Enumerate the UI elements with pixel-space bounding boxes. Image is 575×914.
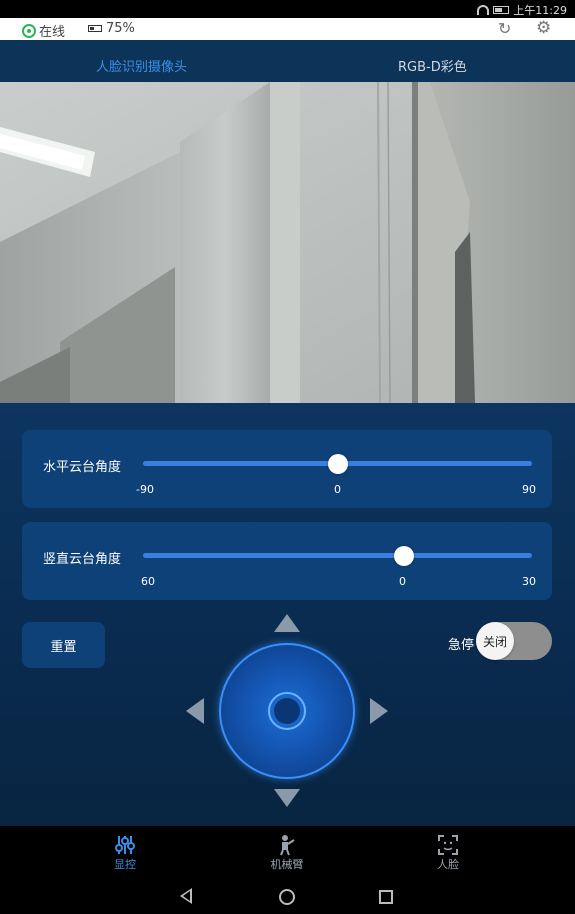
joystick-knob[interactable] xyxy=(274,698,300,724)
horizontal-gimbal-card: 水平云台角度 -90 0 90 xyxy=(22,430,552,508)
reset-button[interactable]: 重置 xyxy=(22,622,105,668)
gear-icon[interactable]: ⚙ xyxy=(536,18,551,38)
vertical-mid-tick: 0 xyxy=(399,575,406,588)
home-icon[interactable] xyxy=(279,889,295,905)
horizontal-mid-tick: 0 xyxy=(334,483,341,496)
clock: 上午11:29 xyxy=(513,4,567,17)
tab-face-camera[interactable]: 人脸识别摄像头 xyxy=(96,56,187,75)
tab-rgbd-color[interactable]: RGB-D彩色 xyxy=(398,56,467,75)
arrow-left-icon[interactable] xyxy=(186,698,204,724)
battery-icon xyxy=(88,25,102,32)
vertical-max-tick: 30 xyxy=(522,575,536,588)
face-scan-icon xyxy=(408,830,488,856)
vertical-gimbal-label: 竖直云台角度 xyxy=(43,552,122,567)
arrow-right-icon[interactable] xyxy=(370,698,388,724)
nav-item-control[interactable]: 显控 xyxy=(85,830,165,872)
online-icon xyxy=(22,23,36,38)
system-status-bar: 上午11:29 xyxy=(0,0,575,18)
arrow-up-icon[interactable] xyxy=(274,614,300,632)
vertical-gimbal-thumb[interactable] xyxy=(393,546,414,566)
emergency-stop-knob[interactable]: 关闭 xyxy=(476,622,514,660)
camera-tabs: 人脸识别摄像头 RGB-D彩色 xyxy=(0,40,575,82)
vertical-gimbal-card: 竖直云台角度 60 0 30 xyxy=(22,522,552,600)
horizontal-min-tick: -90 xyxy=(136,483,154,496)
horizontal-gimbal-label: 水平云台角度 xyxy=(43,460,122,475)
emergency-stop-toggle[interactable]: 关闭 xyxy=(476,622,552,660)
nav-item-face[interactable]: 人脸 xyxy=(408,830,488,872)
wifi-icon xyxy=(477,5,490,15)
nav-item-arm[interactable]: 机械臂 xyxy=(247,830,327,872)
battery-label: 75% xyxy=(106,21,135,36)
recent-apps-icon[interactable] xyxy=(379,890,393,904)
nav-control-label: 显控 xyxy=(114,858,136,871)
horizontal-max-tick: 90 xyxy=(522,483,536,496)
back-icon[interactable] xyxy=(180,888,192,904)
nav-arm-label: 机械臂 xyxy=(270,858,304,871)
horizontal-gimbal-thumb[interactable] xyxy=(327,454,348,474)
camera-image xyxy=(0,82,575,403)
robot-arm-icon xyxy=(247,830,327,856)
emergency-stop-label: 急停 xyxy=(448,638,475,653)
vertical-min-tick: 60 xyxy=(141,575,155,588)
bottom-nav: 显控 机械臂 人脸 xyxy=(0,826,575,880)
android-nav-bar xyxy=(0,880,575,914)
robot-battery: 75% xyxy=(88,21,135,36)
arrow-down-icon[interactable] xyxy=(274,789,300,807)
sliders-icon xyxy=(85,830,165,856)
online-label: 在线 xyxy=(39,25,66,40)
nav-face-label: 人脸 xyxy=(437,858,459,871)
online-status: 在线 xyxy=(22,21,65,40)
vertical-gimbal-slider[interactable] xyxy=(143,553,532,558)
battery-icon xyxy=(493,6,510,14)
refresh-icon[interactable]: ↻ xyxy=(498,19,511,38)
camera-feed xyxy=(0,82,575,403)
app-status-bar: 在线 75% ↻ ⚙ xyxy=(0,18,575,40)
